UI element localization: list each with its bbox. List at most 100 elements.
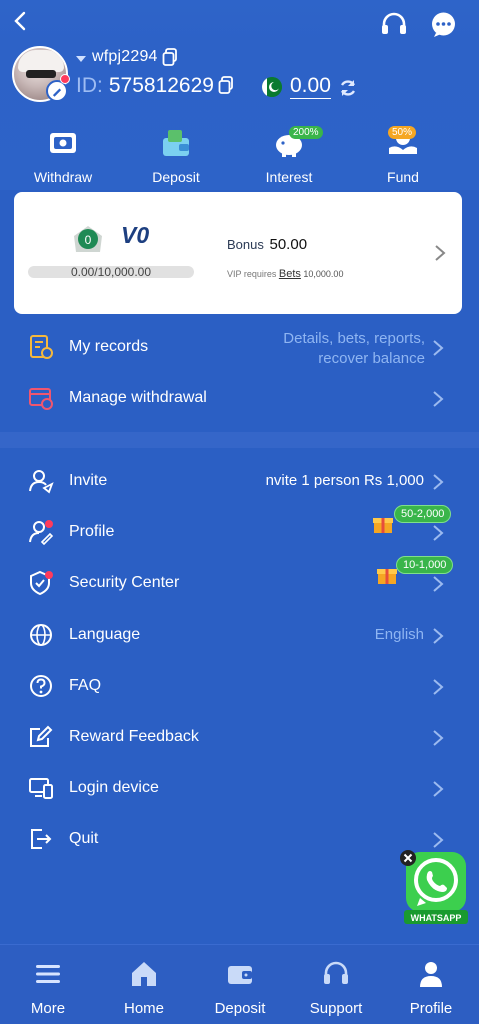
menu-label: Language — [69, 626, 141, 643]
chevron-right-icon — [433, 781, 444, 797]
vip-requires-bets-link[interactable]: Bets — [279, 268, 301, 280]
question-icon — [30, 675, 52, 697]
chevron-right-icon — [433, 340, 444, 356]
logout-icon — [31, 829, 52, 849]
nav-support[interactable]: Support — [288, 959, 384, 1017]
menu-label: Security Center — [69, 574, 180, 591]
fund-badge: 50% — [388, 126, 417, 139]
records-section: My records Details, bets, reports, recov… — [0, 322, 479, 432]
home-icon — [132, 962, 156, 986]
nav-label: Deposit — [214, 1000, 266, 1017]
security-reward-badge: 10-1,000 — [396, 556, 454, 574]
menu-row-invite[interactable]: Invite nvite 1 person Rs 1,000 — [0, 456, 479, 506]
quick-action-deposit[interactable]: Deposit — [126, 126, 226, 185]
vip-bonus-label: Bonus — [227, 237, 264, 252]
vip-requires-value: 10,000.00 — [303, 269, 344, 279]
chevron-right-icon — [433, 474, 444, 490]
invite-icon — [29, 470, 54, 494]
notification-dot — [60, 74, 70, 84]
user-icon — [420, 962, 442, 987]
balance-amount[interactable]: 0.00 — [290, 74, 331, 99]
shield-icon — [30, 570, 53, 596]
records-icon — [30, 335, 53, 359]
quick-action-label: Interest — [265, 169, 313, 185]
records-description-line2: recover balance — [318, 350, 425, 367]
quick-action-withdraw[interactable]: Withdraw — [13, 126, 113, 185]
nav-label: More — [30, 1000, 66, 1017]
chevron-right-icon — [433, 576, 444, 592]
nav-home[interactable]: Home — [96, 959, 192, 1017]
nav-label: Home — [123, 1000, 164, 1017]
quick-action-label: Fund — [387, 169, 419, 185]
menu-row-faq[interactable]: FAQ — [0, 661, 479, 711]
username: wfpj2294 — [92, 48, 158, 65]
quick-action-label: Deposit — [152, 169, 200, 185]
menu-row-login-device[interactable]: Login device — [0, 763, 479, 813]
chat-bubble-icon[interactable] — [430, 12, 457, 38]
nav-more[interactable]: More — [0, 959, 96, 1017]
copy-username-icon[interactable] — [162, 48, 178, 66]
avatar-hair — [18, 50, 64, 72]
copy-id-icon[interactable] — [218, 76, 234, 94]
nav-deposit[interactable]: Deposit — [192, 959, 288, 1017]
top-bar — [0, 0, 479, 44]
whatsapp-label: WHATSAPP — [411, 913, 462, 923]
feedback-edit-icon — [30, 725, 53, 747]
chevron-right-icon — [433, 391, 444, 407]
profile-edit-icon — [29, 520, 54, 545]
vip-requires-prefix: VIP requires — [227, 269, 277, 279]
refresh-icon[interactable] — [338, 78, 358, 98]
menu-row-language[interactable]: Language English — [0, 610, 479, 660]
records-description: Details, bets, reports, recover balance — [283, 329, 425, 369]
menu-label: Quit — [69, 830, 99, 847]
user-id-value: 575812629 — [108, 74, 214, 97]
menu-label: Manage withdrawal — [69, 389, 207, 406]
records-description-line1: Details, bets, reports, — [283, 330, 425, 347]
menu-label: FAQ — [69, 677, 102, 694]
devices-icon — [29, 778, 53, 799]
vip-card[interactable]: 0 V0 0.00/10,000.00 Bonus 50.00 VIP requ… — [14, 192, 462, 314]
bottom-navigation: More Home Deposit Support Profile — [0, 944, 479, 1024]
vip-bonus: Bonus 50.00 — [227, 236, 307, 253]
vip-progress-text: 0.00/10,000.00 — [70, 265, 152, 279]
manage-withdrawal-icon — [29, 388, 53, 410]
vip-bonus-value: 50.00 — [269, 236, 308, 253]
interest-badge: 200% — [289, 126, 323, 139]
gift-icon — [373, 518, 393, 533]
headset-icon[interactable] — [380, 12, 408, 38]
vip-medal-icon: 0 — [74, 226, 102, 252]
section-divider — [0, 432, 479, 448]
vip-level: V0 — [121, 222, 150, 248]
nav-label: Support — [309, 1000, 363, 1017]
menu-row-my-records[interactable]: My records Details, bets, reports, recov… — [0, 322, 479, 372]
vip-requirement: VIP requires Bets 10,000.00 — [227, 268, 343, 280]
menu-label: Reward Feedback — [69, 728, 199, 745]
menu-label: Login device — [69, 779, 159, 796]
menu-label: My records — [69, 338, 149, 355]
globe-icon — [30, 624, 52, 646]
user-id-label: ID: — [76, 74, 103, 97]
nav-profile[interactable]: Profile — [383, 959, 479, 1017]
pakistan-flag-icon — [262, 77, 282, 97]
whatsapp-float-button[interactable]: WHATSAPP — [400, 848, 470, 926]
menu-row-manage-withdrawal[interactable]: Manage withdrawal — [0, 373, 479, 423]
language-value: English — [374, 626, 424, 643]
menu-row-reward-feedback[interactable]: Reward Feedback — [0, 712, 479, 762]
profile-reward-badge: 50-2,000 — [394, 505, 452, 523]
caret-down-icon[interactable] — [76, 56, 86, 62]
chevron-right-icon — [433, 832, 444, 848]
vip-medal-number: 0 — [85, 233, 92, 247]
avatar-glasses — [26, 70, 56, 78]
back-arrow-icon[interactable] — [10, 10, 32, 32]
menu-label: Invite — [69, 472, 108, 489]
invite-promo-text: nvite 1 person Rs 1,000 — [265, 472, 424, 489]
chevron-right-icon — [433, 730, 444, 746]
settings-section: Invite nvite 1 person Rs 1,000 Profile 5… — [0, 448, 479, 878]
chevron-right-icon — [433, 628, 444, 644]
user-id: ID: 575812629 — [76, 74, 214, 98]
wallet-icon — [228, 966, 252, 984]
deposit-icon — [163, 130, 189, 156]
nav-label: Profile — [409, 1000, 453, 1017]
menu-label: Profile — [69, 523, 115, 540]
gift-icon — [377, 569, 397, 584]
